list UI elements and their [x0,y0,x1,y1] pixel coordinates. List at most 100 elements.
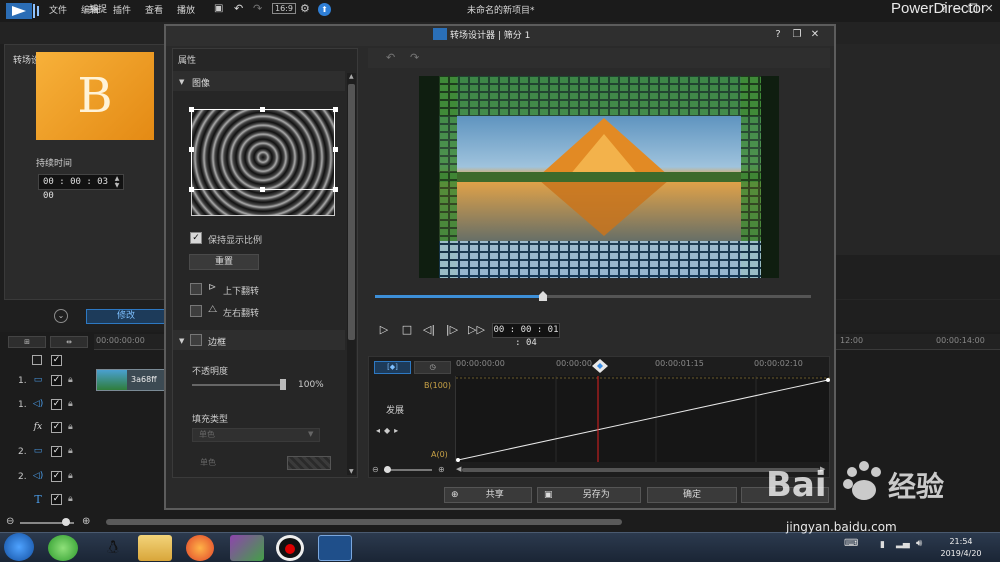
crop-handle[interactable] [260,107,265,112]
lock-icon[interactable]: 🔒︎ [68,471,78,482]
lock-icon[interactable]: 🔒︎ [68,399,78,410]
record-icon[interactable] [276,535,304,561]
crop-handle[interactable] [189,147,194,152]
dialog-maximize-icon[interactable]: ❐ [791,29,803,40]
opacity-value: 100% [298,380,324,390]
fit-timeline-button[interactable]: ⇹ [50,336,88,348]
crop-handle[interactable] [260,187,265,192]
zoom-slider-thumb[interactable] [62,518,70,526]
kf-zoom-out-icon[interactable]: ⊖ [372,465,379,474]
explorer-icon[interactable] [138,535,172,561]
keyframe-nav-icon[interactable]: ◂◆▸ [376,426,402,435]
redo-icon[interactable]: ↷ [410,51,419,64]
powerdirector-logo[interactable] [6,2,40,20]
crop-handle[interactable] [189,107,194,112]
scroll-left-icon[interactable]: ◀ [456,465,461,473]
opacity-slider-thumb[interactable] [280,379,286,390]
crop-handle[interactable] [189,187,194,192]
video-track-icon: ▭ [33,446,43,456]
kf-zoom-thumb[interactable] [384,466,391,473]
fast-forward-icon[interactable]: ▷▷ [468,323,485,336]
kf-time-label: 00:00:01:15 [655,359,704,368]
clip-label: 3a68ff [131,375,157,384]
crop-handle[interactable] [333,107,338,112]
aspect-ratio-icon[interactable]: 16:9 [272,3,296,14]
lock-icon[interactable]: 🔒︎ [68,375,78,386]
gear-icon[interactable]: ⚙ [300,2,310,15]
fill-type-select[interactable]: 单色 [192,428,320,442]
reset-button[interactable]: 重置 [189,254,259,270]
track-enable-checkbox[interactable]: ✓ [51,494,62,505]
powerdirector-task-icon[interactable] [318,535,352,561]
scroll-up-icon[interactable]: ▲ [349,73,354,80]
track-enable-checkbox[interactable]: ✓ [51,422,62,433]
keep-ratio-checkbox[interactable]: ✓ [190,232,202,244]
track-enable-checkbox[interactable]: ✓ [51,375,62,386]
opacity-slider[interactable] [192,384,286,386]
play-icon[interactable]: ▷ [377,323,391,336]
keyframe-graph[interactable] [455,376,830,462]
watermark-url: jingyan.baidu.com [786,520,897,534]
single-color-label: 单色 [200,458,216,467]
zoom-in-icon[interactable]: ⊕ [82,516,90,527]
duration-spinner[interactable]: ▲ ▼ [112,175,122,189]
crop-handle[interactable] [333,187,338,192]
modify-button[interactable]: 修改 [86,309,166,324]
border-section-label: 边框 [208,338,227,348]
redo-icon[interactable]: ↷ [253,2,262,15]
save-icon[interactable]: ▣ [214,3,223,14]
border-checkbox[interactable] [190,334,202,346]
lock-icon[interactable]: 🔒︎ [68,422,78,433]
firefox-icon[interactable] [186,535,214,561]
collapse-arrow-icon[interactable]: ▼ [179,78,184,86]
flip-horizontal-checkbox[interactable] [190,305,202,317]
kf-zoom-in-icon[interactable]: ⊕ [438,465,445,474]
track-enable-checkbox[interactable]: ✓ [51,446,62,457]
next-frame-icon[interactable]: |▷ [445,323,459,336]
menu-play[interactable]: 播放 [177,3,195,17]
lock-icon[interactable]: 🔒︎ [68,494,78,505]
browser-360-icon[interactable] [48,535,78,561]
zoom-out-icon[interactable]: ⊖ [6,516,14,527]
media-app-icon[interactable] [230,535,264,561]
track-enable-checkbox[interactable]: ✓ [51,399,62,410]
dialog-close-icon[interactable]: ✕ [809,29,821,40]
crop-handle[interactable] [333,147,338,152]
track-enable-checkbox[interactable]: ✓ [51,471,62,482]
keep-ratio-label: 保持显示比例 [208,236,263,246]
tab-capture[interactable]: 捕捉 [70,2,126,20]
collapse-arrow-icon[interactable]: ▼ [179,337,184,345]
ok-button[interactable]: 确定 [647,487,737,503]
save-as-button-label: 另存为 [582,490,610,500]
right-panel-strip [836,255,1000,299]
track-enable-checkbox[interactable]: ✓ [51,355,62,366]
select-all-box[interactable] [32,355,42,365]
keyframe-clock-button[interactable]: ◷ [414,361,451,374]
menu-file[interactable]: 文件 [49,3,67,17]
kf-zoom-slider[interactable] [384,469,432,471]
menu-view[interactable]: 查看 [145,3,163,17]
mask-crop-frame[interactable] [191,109,335,190]
share-button[interactable]: ⊕ 共享 [444,487,532,503]
collapse-button[interactable]: ⌄ [54,309,68,323]
scroll-down-icon[interactable]: ▼ [349,468,354,475]
properties-scrollbar-thumb[interactable] [348,84,355,340]
stop-icon[interactable]: □ [400,323,414,336]
flip-vertical-checkbox[interactable] [190,283,202,295]
undo-icon[interactable]: ↶ [234,2,243,15]
upgrade-icon[interactable]: ⬆ [318,3,331,16]
track-manager-button[interactable]: ⊞ [8,336,46,348]
start-button[interactable] [4,533,34,561]
lock-icon[interactable]: 🔒︎ [68,446,78,457]
keyframe-add-button[interactable]: [◆] [374,361,411,374]
playback-time[interactable]: 00 : 00 : 01 : 04 [492,323,560,348]
qq-icon[interactable]: 🐧︎ [96,535,130,561]
color-swatch[interactable] [287,456,331,470]
dialog-help-icon[interactable]: ? [772,29,784,40]
timeline-scrollbar[interactable] [106,519,622,525]
watermark-text: 经验 [888,470,944,503]
undo-icon[interactable]: ↶ [386,51,395,64]
save-as-button[interactable]: ▣ 另存为 [537,487,641,503]
track-header: T ✓ 🔒︎ [0,489,94,511]
previous-frame-icon[interactable]: ◁| [422,323,436,336]
